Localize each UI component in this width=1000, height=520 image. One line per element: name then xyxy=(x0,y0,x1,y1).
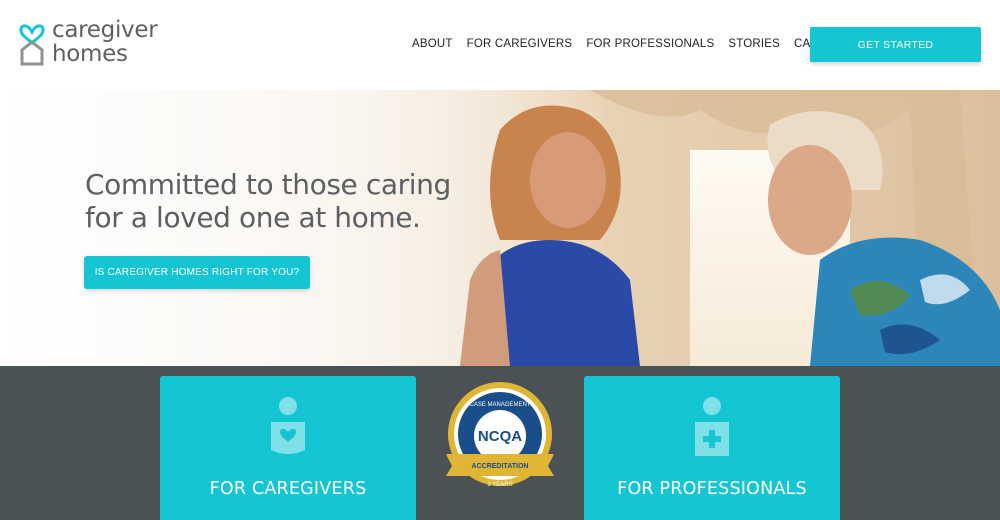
site-header: caregiver homes ABOUT FOR CAREGIVERS FOR… xyxy=(0,0,1000,90)
professional-cross-icon xyxy=(695,397,729,456)
badge-center-text: NCQA xyxy=(478,428,522,445)
hero-title-line1: Committed to those caring xyxy=(85,168,451,201)
for-professionals-label: FOR PROFESSIONALS xyxy=(617,479,807,499)
logo-text-line2: homes xyxy=(52,41,128,67)
badge-top-text: CASE MANAGEMENT xyxy=(469,402,530,408)
hero-title: Committed to those caring for a loved on… xyxy=(85,168,505,234)
for-professionals-card[interactable]: FOR PROFESSIONALS xyxy=(584,376,840,520)
feature-band: FOR CAREGIVERS NCQA CASE MANAGEMENT ACCR… xyxy=(0,366,1000,520)
nav-about[interactable]: ABOUT xyxy=(412,38,453,50)
badge-ribbon-text: ACCREDITATION xyxy=(472,463,529,470)
is-caregiver-homes-right-button[interactable]: IS CAREGIVER HOMES RIGHT FOR YOU? xyxy=(84,256,310,289)
nav-stories[interactable]: STORIES xyxy=(728,38,780,50)
ncqa-accreditation-badge: NCQA CASE MANAGEMENT ACCREDITATION 3 YEA… xyxy=(446,382,554,488)
hero-section: Committed to those caring for a loved on… xyxy=(0,90,1000,366)
main-nav: ABOUT FOR CAREGIVERS FOR PROFESSIONALS S… xyxy=(412,38,865,50)
logo[interactable]: caregiver homes xyxy=(18,18,178,72)
logo-text-line1: caregiver xyxy=(52,17,158,43)
for-caregivers-label: FOR CAREGIVERS xyxy=(209,479,367,499)
hero-photo xyxy=(440,90,1000,366)
logo-house-heart-icon xyxy=(18,18,46,66)
badge-bottom-text: 3 YEARS xyxy=(487,482,512,488)
for-caregivers-card[interactable]: FOR CAREGIVERS xyxy=(160,376,416,520)
nav-for-professionals[interactable]: FOR PROFESSIONALS xyxy=(586,38,714,50)
get-started-button[interactable]: GET STARTED xyxy=(810,27,981,62)
caregiver-heart-icon xyxy=(271,397,305,454)
nav-for-caregivers[interactable]: FOR CAREGIVERS xyxy=(467,38,573,50)
hero-title-line2: for a loved one at home. xyxy=(85,201,421,234)
